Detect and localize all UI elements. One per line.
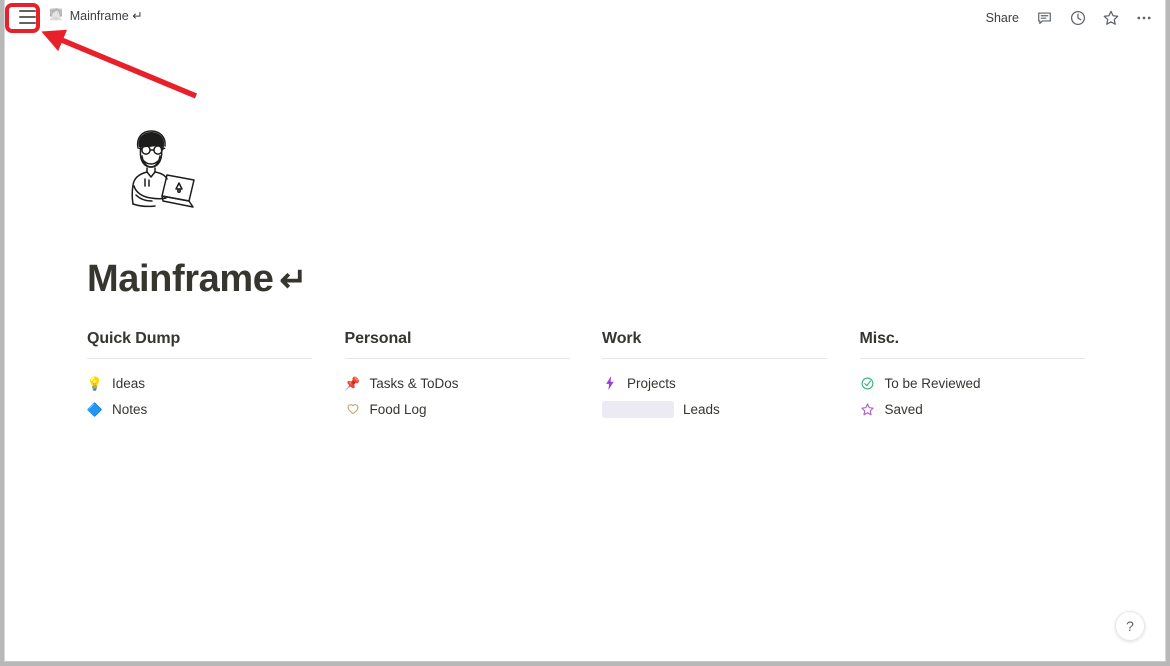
page-title-emoji: ↵ xyxy=(279,261,307,298)
list-item-label: Ideas xyxy=(112,375,146,391)
breadcrumb-label: Mainframe ↵ xyxy=(69,9,143,23)
help-label: ? xyxy=(1126,618,1134,634)
list-item-label: Leads xyxy=(683,401,720,417)
column-quick-dump: Quick Dump 💡 Ideas 🔷 Notes xyxy=(87,330,345,422)
page-emoji-icon: 🧑‍💻 xyxy=(49,9,63,21)
column-header: Quick Dump xyxy=(87,330,181,347)
column-header: Personal xyxy=(344,330,412,347)
list-item-label: Saved xyxy=(884,401,923,417)
app-window: 🧑‍💻 Mainframe ↵ Share xyxy=(4,0,1166,662)
history-clock-icon[interactable] xyxy=(1068,9,1087,28)
loading-placeholder-icon xyxy=(602,400,674,418)
share-button[interactable]: Share xyxy=(984,8,1021,28)
toolbar-actions: Share xyxy=(984,0,1153,36)
list-item[interactable]: 💡 Ideas xyxy=(87,370,345,396)
lightbulb-icon: 💡 xyxy=(86,375,104,391)
heart-outline-icon xyxy=(345,401,361,417)
menu-bar-1 xyxy=(18,10,36,12)
check-circle-icon xyxy=(860,375,876,391)
list-item-label: Tasks & ToDos xyxy=(369,375,459,391)
list-item-label: Food Log xyxy=(369,401,427,417)
list-item[interactable]: To be Reviewed xyxy=(860,370,1118,396)
column-personal: Personal 📌 Tasks & ToDos Food Log xyxy=(344,330,603,422)
page-title[interactable]: Mainframe ↵ xyxy=(87,258,307,301)
list-item[interactable]: Saved xyxy=(860,396,1118,422)
menu-bar-2 xyxy=(18,16,36,18)
column-divider xyxy=(87,358,312,359)
hamburger-menu-icon[interactable] xyxy=(14,6,40,28)
top-toolbar: 🧑‍💻 Mainframe ↵ Share xyxy=(5,0,1165,36)
column-divider xyxy=(344,358,570,359)
list-item[interactable]: Food Log xyxy=(345,396,603,422)
more-options-icon[interactable] xyxy=(1134,9,1153,28)
star-outline-icon xyxy=(860,401,876,417)
favorite-star-icon[interactable] xyxy=(1101,9,1120,28)
list-item[interactable]: 📌 Tasks & ToDos xyxy=(344,370,603,396)
list-item-label: Projects xyxy=(627,375,676,391)
pushpin-icon: 📌 xyxy=(344,375,361,391)
breadcrumb[interactable]: 🧑‍💻 Mainframe ↵ xyxy=(49,8,143,23)
column-header: Work xyxy=(602,330,642,347)
column-work: Work Projects Leads xyxy=(602,330,860,422)
column-divider xyxy=(602,358,827,359)
list-item[interactable]: 🔷 Notes xyxy=(87,396,345,422)
person-with-laptop-illustration[interactable] xyxy=(105,123,205,215)
link-columns: Quick Dump 💡 Ideas 🔷 Notes Personal 📌 Ta… xyxy=(87,330,1117,422)
column-misc: Misc. To be Reviewed Saved xyxy=(859,330,1118,422)
list-item[interactable]: Leads xyxy=(602,396,860,422)
list-item[interactable]: Projects xyxy=(602,370,860,396)
blue-diamond-icon: 🔷 xyxy=(86,401,104,417)
menu-bar-3 xyxy=(18,22,36,24)
help-button[interactable]: ? xyxy=(1115,611,1145,641)
page-title-text: Mainframe xyxy=(87,258,274,300)
lightning-bolt-icon xyxy=(602,375,618,391)
column-header: Misc. xyxy=(859,330,900,347)
list-item-label: Notes xyxy=(112,401,148,417)
column-divider xyxy=(859,358,1085,359)
list-item-label: To be Reviewed xyxy=(884,375,981,391)
comment-icon[interactable] xyxy=(1035,9,1054,28)
